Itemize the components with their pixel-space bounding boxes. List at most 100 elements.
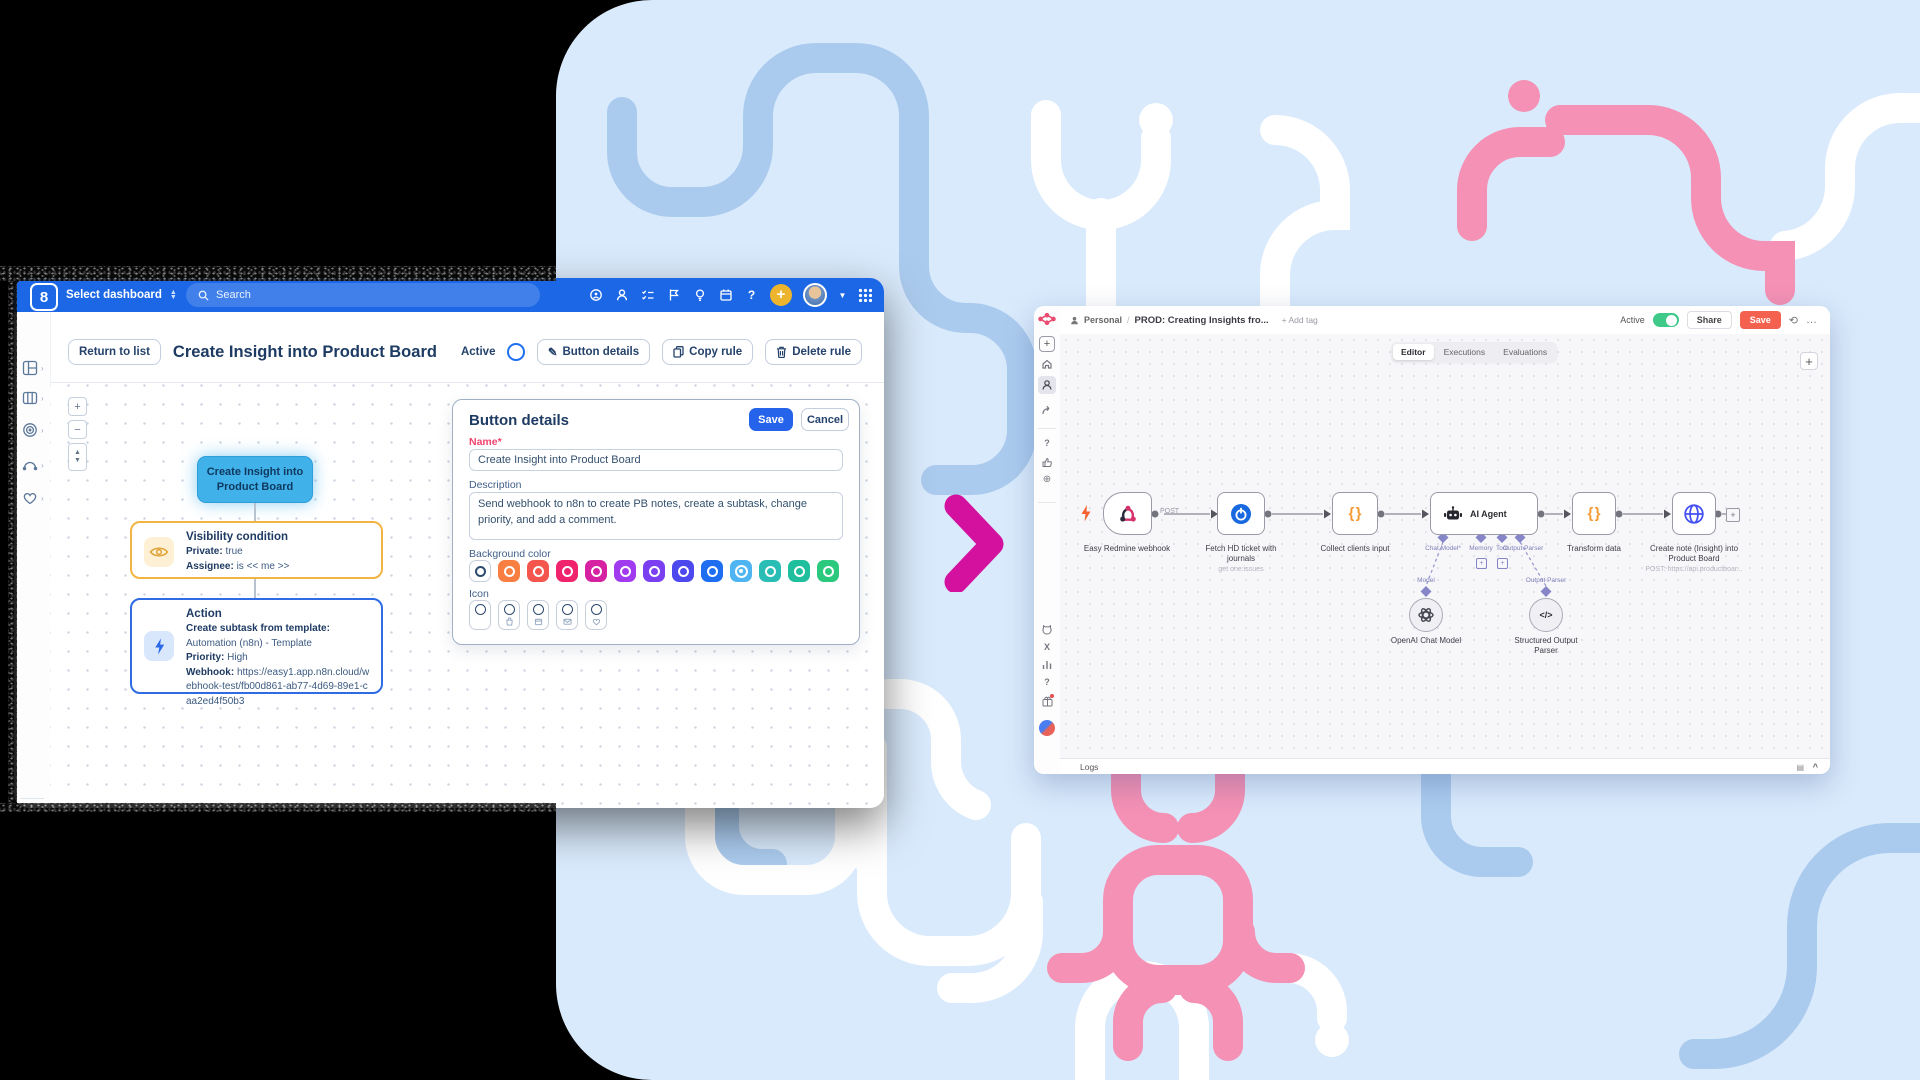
icon-option-heart[interactable]	[585, 600, 607, 630]
add-node-endpoint[interactable]: +	[1726, 508, 1740, 522]
workflow-active-toggle[interactable]	[1653, 313, 1679, 327]
action-card[interactable]: Action Create subtask from templateAutom…	[130, 598, 383, 694]
person-icon[interactable]	[614, 288, 629, 303]
sidebar-target-icon[interactable]	[22, 422, 38, 438]
n8n-canvas[interactable]: POST Easy Redmine webhook Fetch HD ticke…	[1060, 334, 1830, 758]
help-icon[interactable]: ?	[1034, 438, 1060, 448]
help-icon[interactable]: ?	[1034, 677, 1060, 687]
node-easy-redmine-webhook[interactable]	[1103, 492, 1152, 535]
color-swatch[interactable]	[759, 560, 781, 582]
cancel-button[interactable]: Cancel	[801, 408, 849, 431]
globe-icon[interactable]: ⊕	[1034, 474, 1060, 485]
workflow-title[interactable]: PROD: Creating Insights fro...	[1135, 315, 1269, 326]
color-swatch[interactable]	[701, 560, 723, 582]
save-button[interactable]: Save	[749, 408, 793, 431]
delete-rule-button[interactable]: Delete rule	[765, 339, 862, 365]
sidebar-item-personal[interactable]	[1038, 376, 1056, 394]
share-arrow-icon[interactable]	[1034, 404, 1060, 416]
color-swatch[interactable]	[788, 560, 810, 582]
zoom-in-button[interactable]: +	[68, 397, 87, 416]
add-node-button[interactable]: +	[1800, 352, 1818, 370]
user-avatar[interactable]	[1039, 720, 1055, 736]
sidebar-boards-icon[interactable]	[22, 390, 38, 406]
whats-new-gift-icon[interactable]	[1034, 694, 1060, 712]
sub-node-label: Structured Output Parser	[1511, 636, 1581, 656]
node-collect-clients-input[interactable]: { }	[1332, 492, 1378, 535]
chevron-down-icon[interactable]: ▼	[838, 288, 847, 303]
thumbs-up-icon[interactable]	[1034, 456, 1060, 468]
community-cat-icon[interactable]	[1034, 624, 1060, 636]
node-structured-output-parser[interactable]: </>	[1529, 598, 1563, 632]
visibility-condition-card[interactable]: Visibility condition Privatetrue Assigne…	[130, 521, 383, 579]
lightbulb-icon[interactable]	[692, 288, 707, 303]
checklist-icon[interactable]	[640, 288, 655, 303]
tab-executions[interactable]: Executions	[1436, 344, 1494, 360]
home-icon[interactable]	[1034, 358, 1060, 370]
color-swatch[interactable]	[498, 560, 520, 582]
color-swatch[interactable]	[672, 560, 694, 582]
icon-option-calendar[interactable]	[527, 600, 549, 630]
calendar-icon[interactable]	[718, 288, 733, 303]
add-tool-button[interactable]: +	[1497, 558, 1508, 569]
apps-grid-icon[interactable]	[858, 288, 872, 302]
icon-option-bag[interactable]	[498, 600, 520, 630]
dashboard-selector[interactable]: Select dashboard ▲▼	[66, 278, 177, 312]
rule-canvas[interactable]: + − ▲▼ Create Insight into Product Board…	[50, 382, 884, 808]
color-swatch[interactable]	[527, 560, 549, 582]
zoom-out-button[interactable]: −	[68, 420, 87, 439]
quick-add-button[interactable]: +	[770, 284, 792, 306]
tab-editor[interactable]: Editor	[1393, 344, 1434, 360]
rule-active-toggle[interactable]	[507, 343, 524, 361]
person-icon	[1070, 316, 1079, 325]
button-details-button[interactable]: ✎Button details	[537, 339, 650, 365]
icon-option-mail[interactable]	[556, 600, 578, 630]
name-field[interactable]	[469, 449, 843, 471]
logs-bar[interactable]: Logs ▤ ^	[1060, 758, 1830, 774]
sidebar-favorites-heart-icon[interactable]	[22, 490, 38, 506]
history-icon[interactable]: ⟲	[1789, 314, 1798, 327]
notification-dot	[1050, 694, 1054, 698]
flag-icon[interactable]	[666, 288, 681, 303]
noise-artifact	[0, 803, 556, 812]
color-swatch[interactable]	[614, 560, 636, 582]
save-button[interactable]: Save	[1740, 311, 1781, 329]
color-swatch[interactable]	[556, 560, 578, 582]
share-button[interactable]: Share	[1687, 311, 1732, 329]
breadcrumb-owner[interactable]: Personal	[1084, 315, 1122, 325]
copy-rule-button[interactable]: Copy rule	[662, 339, 753, 365]
sidebar-dashboard-icon[interactable]	[22, 360, 38, 376]
color-swatch[interactable]	[643, 560, 665, 582]
help-icon[interactable]: ?	[744, 288, 759, 303]
pan-updown-button[interactable]: ▲▼	[68, 443, 87, 471]
more-menu-icon[interactable]: …	[1806, 314, 1818, 326]
sidebar-sprint-icon[interactable]	[22, 457, 38, 473]
logs-label: Logs	[1080, 762, 1098, 772]
color-swatch[interactable]	[817, 560, 839, 582]
user-avatar[interactable]	[803, 283, 827, 307]
x-social-icon[interactable]: X	[1034, 642, 1060, 652]
node-create-note-productboard[interactable]	[1672, 492, 1716, 535]
flow-start-node[interactable]: Create Insight into Product Board	[197, 456, 313, 503]
node-fetch-hd-ticket[interactable]	[1217, 492, 1265, 535]
collapse-chevron-icon[interactable]: ^	[1813, 762, 1818, 772]
color-swatch-selected[interactable]	[730, 560, 752, 582]
node-transform-data[interactable]: { }	[1572, 492, 1616, 535]
node-openai-chat-model[interactable]	[1409, 598, 1443, 632]
add-memory-button[interactable]: +	[1476, 558, 1487, 569]
add-tag-button[interactable]: + Add tag	[1282, 315, 1318, 325]
new-workflow-button[interactable]: +	[1039, 336, 1055, 352]
name-label: Name*	[469, 436, 502, 448]
color-swatch[interactable]	[585, 560, 607, 582]
color-swatch-none[interactable]	[469, 560, 491, 582]
ai-assistant-icon[interactable]	[588, 288, 603, 303]
chart-icon[interactable]	[1034, 659, 1060, 670]
description-field[interactable]: Send webhook to n8n to create PB notes, …	[469, 492, 843, 540]
node-label: Collect clients input	[1305, 544, 1405, 554]
icon-option-none[interactable]	[469, 600, 491, 630]
tab-evaluations[interactable]: Evaluations	[1495, 344, 1555, 360]
breadcrumb-separator: /	[1127, 315, 1130, 325]
return-to-list-button[interactable]: Return to list	[68, 339, 161, 365]
node-ai-agent[interactable]: AI Agent	[1430, 492, 1538, 535]
search-input[interactable]: Search	[186, 283, 540, 307]
easy-logo: 8	[30, 283, 58, 311]
